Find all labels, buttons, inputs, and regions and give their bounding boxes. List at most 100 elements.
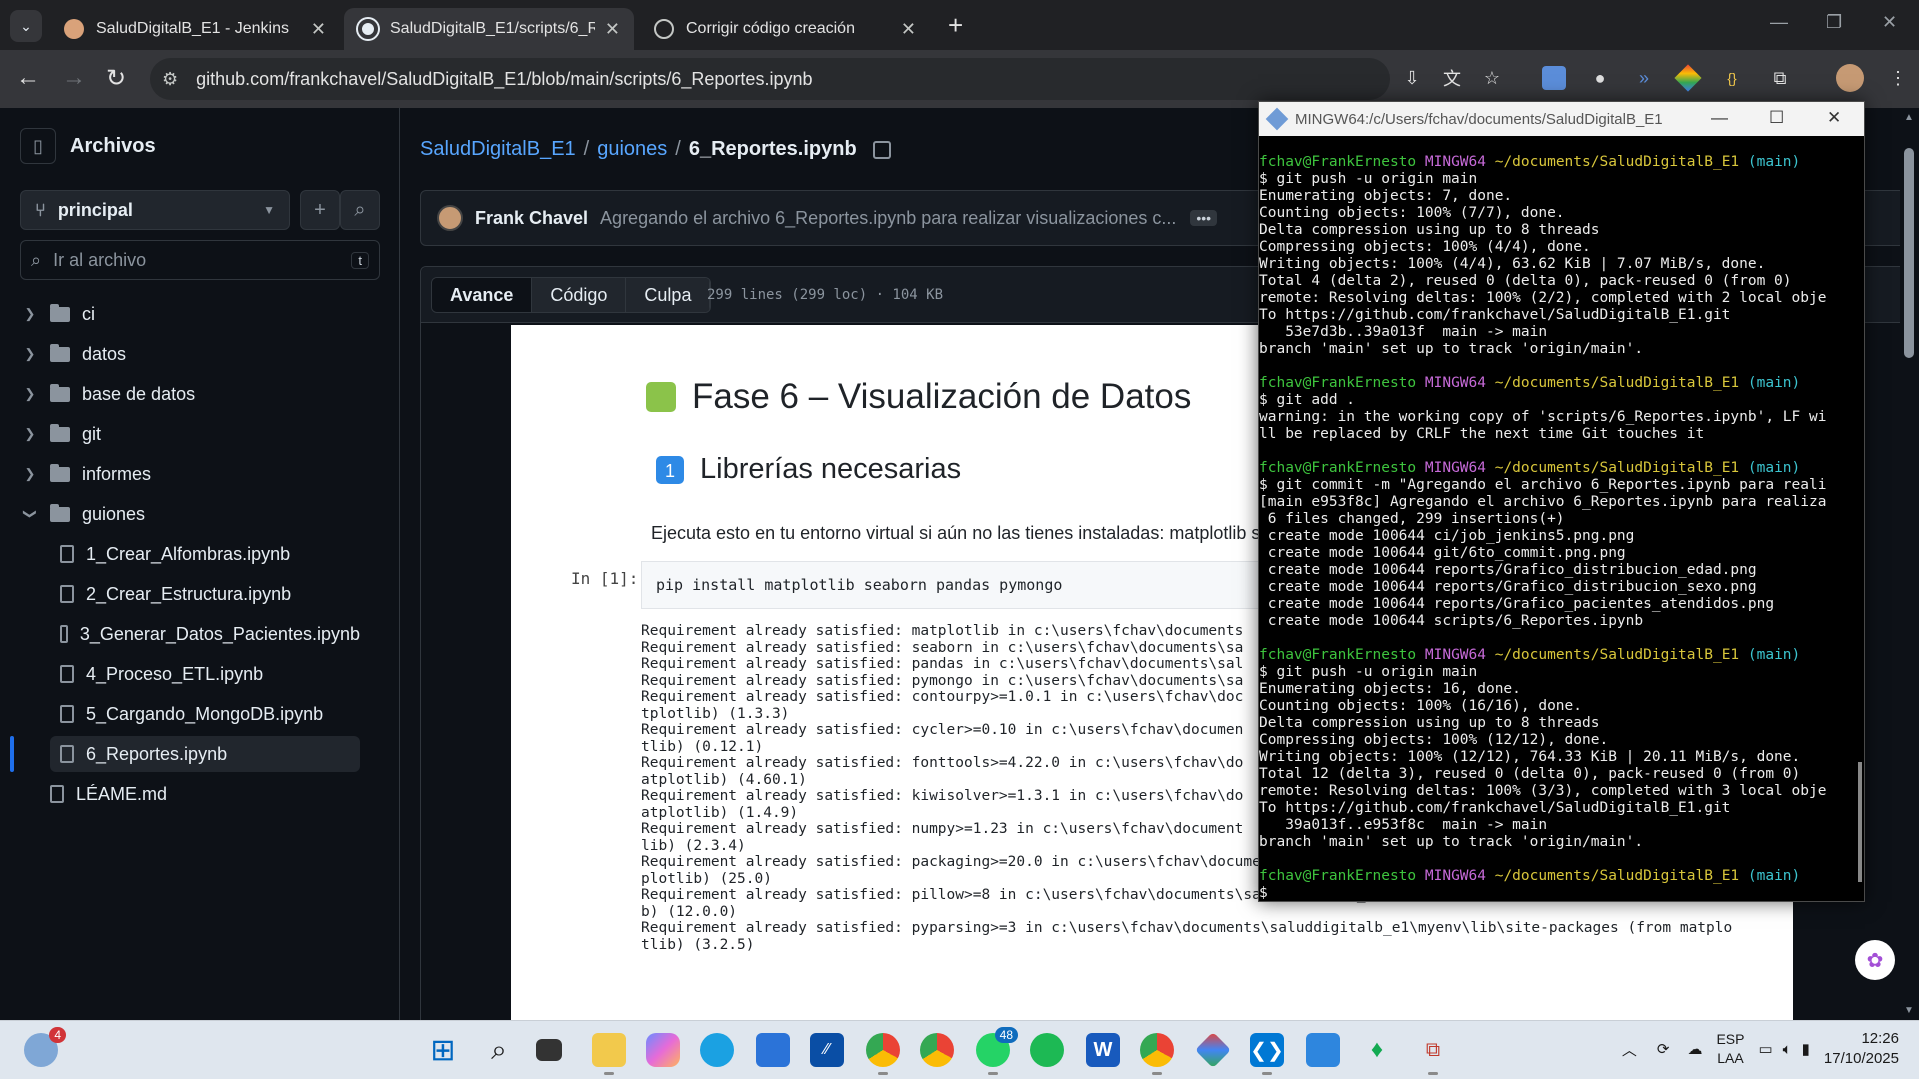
tree-file[interactable]: 2_Crear_Estructura.ipynb xyxy=(60,576,360,612)
breadcrumb-repo-link[interactable]: SaludDigitalB_E1 xyxy=(420,138,576,161)
bookmark-star-icon[interactable]: ☆ xyxy=(1480,66,1504,90)
address-bar[interactable]: ⚙ github.com/frankchavel/SaludDigitalB_E… xyxy=(150,58,1390,100)
new-tab-button[interactable]: + xyxy=(948,10,963,41)
azure-icon[interactable]: ⁄⁄ xyxy=(810,1033,844,1067)
git-app-icon[interactable] xyxy=(1194,1031,1232,1069)
maximize-icon[interactable]: ❐ xyxy=(1826,12,1842,33)
tree-folder-datos[interactable]: ❯ datos xyxy=(20,336,360,372)
tab-chatgpt[interactable]: Corrigir código creación ✕ xyxy=(640,8,930,50)
assistant-bubble-icon[interactable]: ✿ xyxy=(1855,940,1895,980)
mongodb-icon[interactable]: ♦ xyxy=(1360,1033,1394,1067)
go-to-file-input[interactable]: ⌕ Ir al archivo t xyxy=(20,240,380,280)
tree-folder-git[interactable]: ❯ git xyxy=(20,416,360,452)
commit-message[interactable]: Agregando el archivo 6_Reportes.ipynb pa… xyxy=(600,208,1176,229)
search-icon[interactable]: ⌕ xyxy=(340,190,380,230)
tab-search-button[interactable]: ⌄ xyxy=(10,10,42,42)
windows-start-icon[interactable]: ⊞ xyxy=(426,1033,460,1067)
tree-file[interactable]: 1_Crear_Alfombras.ipynb xyxy=(60,536,360,572)
cloud-icon[interactable]: ☁ xyxy=(1687,1040,1702,1058)
terminal-prompt: fchav@FrankErnesto MINGW64 ~/documents/S… xyxy=(1259,375,1847,392)
add-file-button[interactable]: + xyxy=(300,190,340,230)
tab-jenkins[interactable]: SaludDigitalB_E1 - Jenkins ✕ xyxy=(50,8,340,50)
chevron-up-icon[interactable]: ︿ xyxy=(1622,1039,1637,1060)
commit-expand-button[interactable]: ••• xyxy=(1190,210,1218,226)
translate-icon[interactable]: 文 xyxy=(1440,66,1464,90)
reload-icon[interactable]: ↻ xyxy=(106,64,126,93)
tree-folder-ci[interactable]: ❯ ci xyxy=(20,296,360,332)
chrome-profile-icon[interactable] xyxy=(866,1033,900,1075)
sidebar-collapse-icon[interactable]: ▯ xyxy=(20,128,56,164)
tab-github[interactable]: SaludDigitalB_E1/scripts/6_Repo ✕ xyxy=(344,8,634,50)
terminal-output[interactable]: fchav@FrankErnesto MINGW64 ~/documents/S… xyxy=(1259,136,1847,903)
prompt-branch: (main) xyxy=(1747,154,1801,170)
store-icon[interactable] xyxy=(756,1033,790,1067)
tree-folder-informes[interactable]: ❯ informes xyxy=(20,456,360,492)
audio-extension-icon[interactable]: » xyxy=(1632,66,1656,90)
install-app-icon[interactable]: ⇩ xyxy=(1400,66,1424,90)
page-scrollbar[interactable]: ▲ ▼ xyxy=(1900,108,1919,1020)
volume-icon[interactable]: 🔈︎ xyxy=(1783,1041,1792,1058)
whatsapp-icon[interactable]: 48 xyxy=(976,1027,1018,1075)
word-icon[interactable]: W xyxy=(1086,1033,1120,1067)
tab-code[interactable]: Código xyxy=(532,278,627,312)
git-bash-icon[interactable]: ⧉ xyxy=(1416,1033,1450,1075)
copy-path-icon[interactable] xyxy=(872,140,891,159)
copilot-icon[interactable] xyxy=(646,1033,680,1067)
breadcrumb-dir-link[interactable]: guiones xyxy=(597,138,667,161)
close-window-icon[interactable]: ✕ xyxy=(1882,12,1897,33)
tree-file[interactable]: 3_Generar_Datos_Pacientes.ipynb xyxy=(60,616,360,652)
running-indicator xyxy=(988,1072,998,1075)
tree-file[interactable]: 4_Proceso_ETL.ipynb xyxy=(60,656,360,692)
color-extension-icon[interactable] xyxy=(1674,64,1702,92)
scrollbar-thumb[interactable] xyxy=(1904,148,1914,358)
author-avatar[interactable] xyxy=(437,205,463,231)
vscode-icon[interactable]: ❮❯ xyxy=(1250,1033,1284,1075)
scroll-up-icon[interactable]: ▲ xyxy=(1904,112,1914,123)
search-icon[interactable]: ⌕ xyxy=(482,1033,516,1067)
battery-icon[interactable]: ▮ xyxy=(1802,1040,1810,1058)
file-tree-sidebar: ▯ Archivos ⑂ principal ▼ + ⌕ ⌕ Ir al arc… xyxy=(0,108,400,1020)
task-view-icon[interactable] xyxy=(536,1039,562,1061)
edge-icon[interactable] xyxy=(700,1033,734,1067)
json-extension-icon[interactable]: {} xyxy=(1720,66,1744,90)
forward-icon[interactable]: → xyxy=(62,64,86,92)
tree-folder-guiones[interactable]: ❯ guiones xyxy=(20,496,360,532)
terminal-line: 53e7d3b..39a013f main -> main xyxy=(1259,324,1548,340)
tab-preview[interactable]: Avance xyxy=(432,278,533,312)
extensions-puzzle-icon[interactable]: ⧉ xyxy=(1768,66,1792,90)
tree-folder-base-de-datos[interactable]: ❯ base de datos xyxy=(20,376,360,412)
screen-capture-icon[interactable] xyxy=(1542,66,1566,90)
mouse-extension-icon[interactable]: ● xyxy=(1588,66,1612,90)
minimize-icon[interactable]: — xyxy=(1711,108,1728,128)
scroll-down-icon[interactable]: ▼ xyxy=(1904,1005,1914,1016)
branch-selector[interactable]: ⑂ principal ▼ xyxy=(20,190,290,230)
file-explorer-icon[interactable] xyxy=(592,1033,626,1075)
paint-icon[interactable] xyxy=(1306,1033,1340,1067)
chevron-right-icon: ❯ xyxy=(24,426,36,441)
chrome-icon[interactable] xyxy=(1140,1033,1174,1075)
weather-widget-icon[interactable]: 4 xyxy=(24,1027,66,1067)
chrome-icon[interactable] xyxy=(920,1033,954,1067)
close-icon[interactable]: ✕ xyxy=(605,19,620,40)
spotify-icon[interactable] xyxy=(1030,1033,1064,1067)
close-icon[interactable]: ✕ xyxy=(1827,108,1841,128)
terminal-scrollbar[interactable] xyxy=(1858,762,1862,882)
menu-kebab-icon[interactable]: ⋮ xyxy=(1886,66,1910,90)
back-icon[interactable]: ← xyxy=(16,64,40,92)
site-info-icon[interactable]: ⚙ xyxy=(162,69,178,90)
clock[interactable]: 12:26 17/10/2025 xyxy=(1824,1029,1899,1069)
commit-author[interactable]: Frank Chavel xyxy=(475,208,588,229)
tree-file-selected[interactable]: 6_Reportes.ipynb xyxy=(50,736,360,772)
sync-icon[interactable]: ⟳ xyxy=(1657,1040,1670,1058)
tab-blame[interactable]: Culpa xyxy=(626,278,711,312)
profile-avatar[interactable] xyxy=(1836,64,1864,92)
maximize-icon[interactable]: ☐ xyxy=(1769,108,1784,128)
display-icon[interactable]: ▭ xyxy=(1758,1040,1772,1058)
close-icon[interactable]: ✕ xyxy=(901,19,916,40)
chevron-right-icon: ❯ xyxy=(24,306,36,321)
close-icon[interactable]: ✕ xyxy=(311,19,326,40)
tree-file-readme[interactable]: LÉAME.md xyxy=(50,776,360,812)
language-indicator[interactable]: ESP LAA xyxy=(1716,1030,1744,1068)
minimize-icon[interactable]: — xyxy=(1770,12,1788,33)
tree-file[interactable]: 5_Cargando_MongoDB.ipynb xyxy=(60,696,360,732)
